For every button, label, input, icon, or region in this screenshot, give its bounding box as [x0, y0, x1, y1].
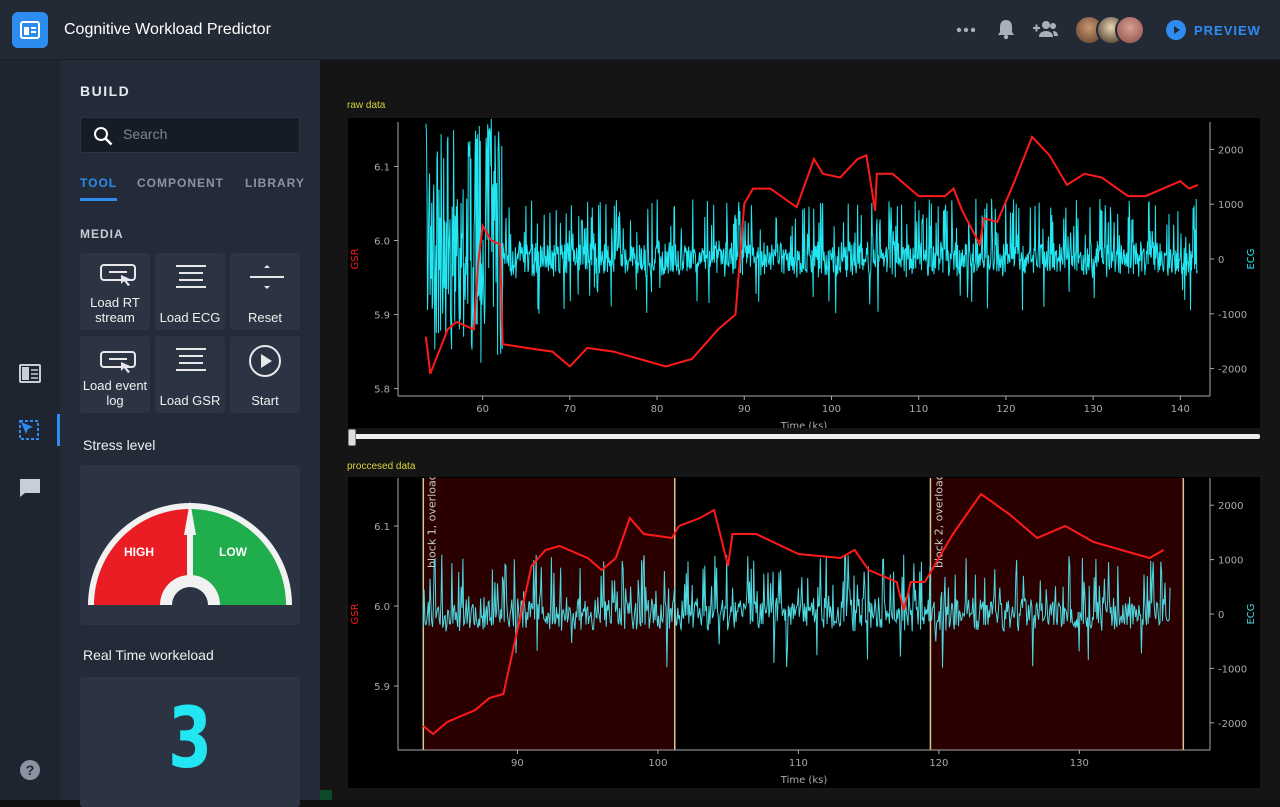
load-rt-stream-button[interactable]: Load RT stream	[80, 253, 150, 330]
search-box	[80, 117, 300, 153]
reset-button[interactable]: Reset	[230, 253, 300, 330]
processed-data-title: proccesed data	[347, 461, 416, 472]
input-cursor-icon	[100, 351, 136, 373]
load-ecg-button[interactable]: Load ECG	[155, 253, 225, 330]
stress-gauge: HIGH LOW	[80, 465, 300, 625]
bell-icon[interactable]	[996, 18, 1016, 45]
y2-tick-label: -2000	[1218, 365, 1247, 376]
app-title: Cognitive Workload Predictor	[64, 21, 271, 38]
raw-data-title: raw data	[347, 100, 386, 111]
lines-icon	[176, 348, 206, 371]
x-tick-label: 60	[476, 404, 489, 415]
x-tick-label: 100	[822, 404, 841, 415]
y2-tick-label: 0	[1218, 610, 1224, 621]
y-axis-label-gsr: GSR	[350, 603, 361, 624]
panel-title: BUILD	[80, 83, 131, 99]
top-bar: Cognitive Workload Predictor PREVIEW	[0, 0, 1280, 60]
search-icon	[94, 127, 113, 146]
preview-label: PREVIEW	[1194, 22, 1261, 38]
tool-label: Start	[251, 393, 279, 408]
y-axis-label-gsr: GSR	[350, 248, 361, 269]
y2-tick-label: 2000	[1218, 145, 1243, 156]
ecg-series	[425, 118, 1198, 363]
y2-tick-label: -1000	[1218, 664, 1247, 675]
help-icon[interactable]: ?	[18, 758, 42, 782]
y2-tick-label: 0	[1218, 255, 1224, 266]
build-panel: BUILD TOOL COMPONENT LIBRARY MEDIA Load …	[60, 60, 320, 807]
y-axis-label-ecg: ECG	[1246, 603, 1257, 624]
x-tick-label: 70	[563, 404, 576, 415]
y2-tick-label: 2000	[1218, 501, 1243, 512]
x-tick-label: 100	[648, 758, 667, 769]
gauge-low-label: LOW	[219, 545, 248, 559]
gauge-high-label: HIGH	[124, 545, 154, 559]
y2-tick-label: 1000	[1218, 556, 1243, 567]
tool-label: Load GSR	[159, 393, 221, 408]
preview-button[interactable]: PREVIEW	[1166, 20, 1261, 40]
y-tick-label: 6.0	[374, 236, 390, 247]
load-event-log-button[interactable]: Load event log	[80, 336, 150, 413]
x-tick-label: 120	[996, 404, 1015, 415]
y2-tick-label: -1000	[1218, 310, 1247, 321]
y2-tick-label: -2000	[1218, 719, 1247, 730]
svg-text:?: ?	[26, 762, 35, 778]
processed-data-chart: block 1, overload ( block 2, overload ( 90…	[348, 465, 1260, 788]
x-tick-label: 90	[511, 758, 524, 769]
lines-icon	[176, 265, 206, 288]
add-user-icon[interactable]	[1032, 18, 1058, 45]
tool-label: Reset	[248, 310, 282, 325]
x-axis-label: Time (ks)	[780, 775, 828, 786]
y2-tick-label: 1000	[1218, 200, 1243, 211]
tool-label: Load ECG	[159, 310, 221, 325]
x-tick-label: 140	[1171, 404, 1190, 415]
status-indicator	[320, 790, 332, 800]
y-tick-label: 5.9	[374, 682, 390, 693]
x-tick-label: 110	[789, 758, 808, 769]
time-slider-thumb[interactable]	[348, 429, 356, 446]
icon-rail: ?	[0, 60, 60, 800]
play-icon	[1166, 20, 1186, 40]
region-label: block 2, overload (	[932, 477, 945, 568]
x-tick-label: 90	[738, 404, 751, 415]
tab-library[interactable]: LIBRARY	[245, 176, 305, 190]
time-slider-track[interactable]	[350, 434, 1260, 439]
search-input[interactable]	[123, 126, 293, 142]
x-tick-label: 80	[651, 404, 664, 415]
tool-label: Load event log	[82, 378, 148, 408]
tab-component[interactable]: COMPONENT	[137, 176, 224, 190]
input-cursor-icon	[100, 264, 136, 286]
y-axis-label-ecg: ECG	[1246, 248, 1257, 269]
x-tick-label: 120	[929, 758, 948, 769]
media-heading: MEDIA	[80, 227, 124, 241]
select-tool-icon[interactable]	[18, 419, 42, 443]
play-icon	[249, 345, 281, 377]
chat-icon[interactable]	[18, 476, 42, 500]
raw-data-chart: 60 70 80 90 100 110 120 130 140 5.8 5.9 6.0 6.1 -2000…	[348, 118, 1260, 432]
x-tick-label: 130	[1070, 758, 1089, 769]
start-button[interactable]: Start	[230, 336, 300, 413]
workload-value: 3	[168, 689, 212, 787]
x-tick-label: 130	[1084, 404, 1103, 415]
region-label: block 1, overload (	[425, 477, 438, 568]
tab-tool[interactable]: TOOL	[80, 176, 118, 201]
more-icon[interactable]	[956, 22, 976, 43]
divider-icon	[250, 265, 284, 289]
y-tick-label: 6.1	[374, 162, 390, 173]
tool-label: Load RT stream	[90, 295, 140, 325]
y-tick-label: 6.0	[374, 602, 390, 613]
x-tick-label: 110	[909, 404, 928, 415]
workload-display: 3	[80, 677, 300, 807]
workload-label: Real Time workeload	[83, 647, 214, 663]
stress-level-label: Stress level	[83, 437, 156, 453]
x-axis-label: Time (ks)	[780, 421, 828, 428]
y-tick-label: 5.9	[374, 311, 390, 322]
y-tick-label: 6.1	[374, 522, 390, 533]
y-tick-label: 5.8	[374, 385, 390, 396]
app-logo-icon[interactable]	[12, 12, 48, 48]
panel-icon[interactable]	[18, 362, 42, 386]
load-gsr-button[interactable]: Load GSR	[155, 336, 225, 413]
avatar[interactable]	[1115, 15, 1145, 45]
